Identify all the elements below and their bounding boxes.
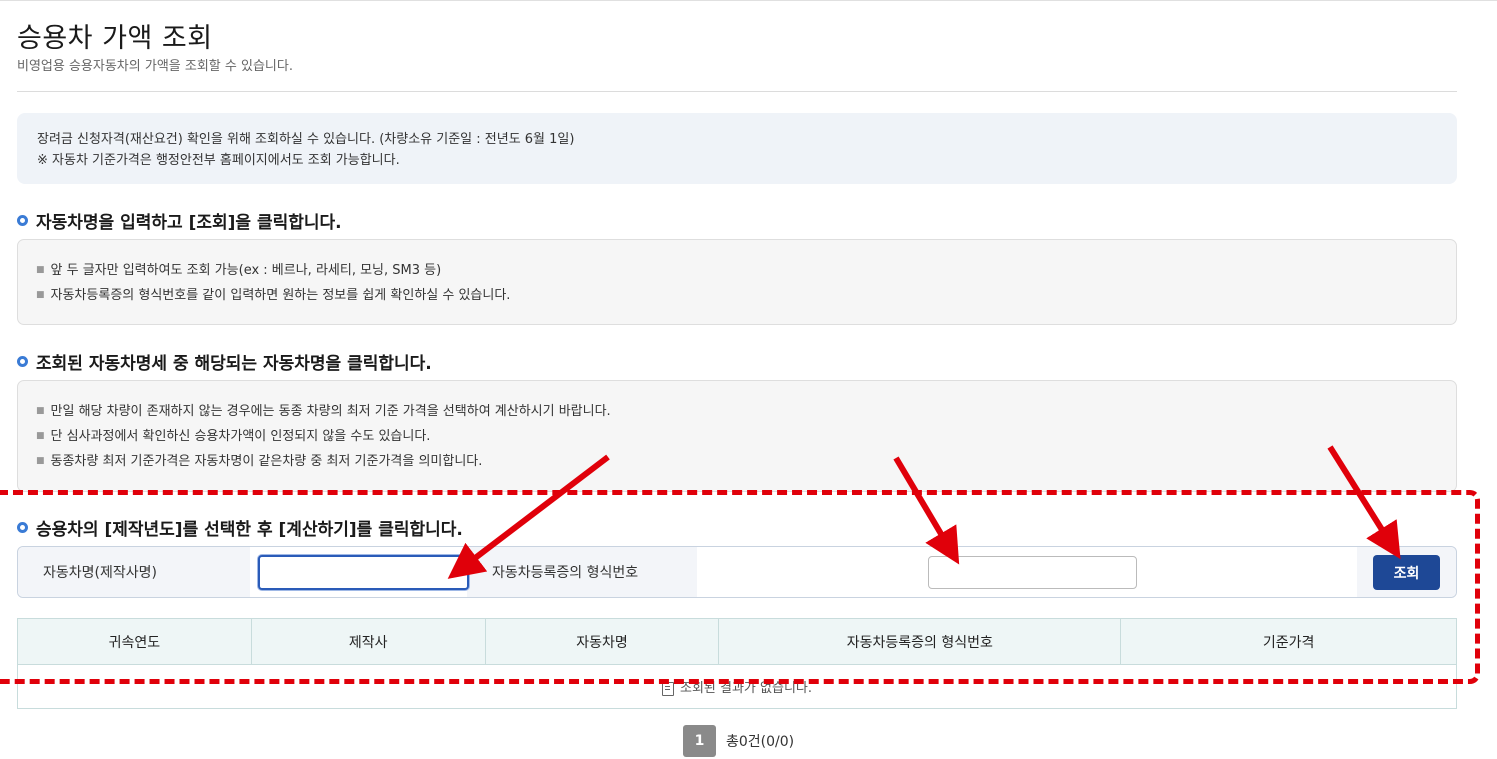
search-form: 자동차명(제작사명) 자동차등록증의 형식번호 조회 xyxy=(17,546,1457,598)
ring-bullet-icon xyxy=(17,356,28,367)
dot-icon: ■ xyxy=(36,290,45,300)
page-title: 승용차 가액 조회 xyxy=(17,23,213,54)
dot-icon: ■ xyxy=(36,431,45,441)
step-1-title-text: 자동차명을 입력하고 [조회]을 클릭합니다. xyxy=(36,213,342,233)
ring-bullet-icon xyxy=(17,522,28,533)
column-header: 기준가격 xyxy=(1120,618,1457,665)
empty-message: 조회된 결과가 없습니다. xyxy=(680,681,812,696)
model-number-label: 자동차등록증의 형식번호 xyxy=(467,547,697,597)
guide-item-text: 단 심사과정에서 확인하신 승용차가액이 인정되지 않을 수도 있습니다. xyxy=(50,429,431,444)
notice-box: 장려금 신청자격(재산요건) 확인을 위해 조회하실 수 있습니다. (차량소유… xyxy=(17,113,1457,184)
table-header-row: 귀속연도 제작사 자동차명 자동차등록증의 형식번호 기준가격 xyxy=(17,618,1457,665)
table-empty-row: 조회된 결과가 없습니다. xyxy=(17,664,1457,709)
notice-line-2: ※ 자동차 기준가격은 행정안전부 홈페이지에서도 조회 가능합니다. xyxy=(37,153,400,168)
car-name-input[interactable] xyxy=(258,555,469,590)
search-button-area: 조회 xyxy=(1357,547,1456,597)
guide-item-text: 만일 해당 차량이 존재하지 않는 경우에는 동종 차량의 최저 기준 가격을 … xyxy=(50,404,611,419)
page-subtitle: 비영업용 승용자동차의 가액을 조회할 수 있습니다. xyxy=(17,59,293,74)
step-2-title-text: 조회된 자동차명세 중 해당되는 자동차명을 클릭합니다. xyxy=(36,354,432,374)
column-header: 자동차등록증의 형식번호 xyxy=(718,618,1122,665)
header-divider xyxy=(17,91,1457,92)
step-1-title: 자동차명을 입력하고 [조회]을 클릭합니다. xyxy=(17,208,342,233)
guide-item: ■ 동종차량 최저 기준가격은 자동차명이 같은차량 중 최저 기준가격을 의미합… xyxy=(36,449,1438,474)
dot-icon: ■ xyxy=(36,265,45,275)
step-3-title: 승용차의 [제작년도]를 선택한 후 [계산하기]를 클릭합니다. xyxy=(17,515,463,540)
search-button[interactable]: 조회 xyxy=(1373,555,1440,590)
document-icon xyxy=(662,681,674,696)
step-1-guide: ■ 앞 두 글자만 입력하여도 조회 가능(ex : 베르나, 라세티, 모닝, … xyxy=(17,239,1457,325)
car-name-label: 자동차명(제작사명) xyxy=(18,547,250,597)
pagination: 1 총0건(0/0) xyxy=(683,725,794,757)
guide-item: ■ 단 심사과정에서 확인하신 승용차가액이 인정되지 않을 수도 있습니다. xyxy=(36,424,1438,449)
notice-line-1: 장려금 신청자격(재산요건) 확인을 위해 조회하실 수 있습니다. (차량소유… xyxy=(37,132,575,147)
guide-item: ■ 만일 해당 차량이 존재하지 않는 경우에는 동종 차량의 최저 기준 가격을… xyxy=(36,399,1438,424)
column-header: 자동차명 xyxy=(484,618,720,665)
top-border xyxy=(0,0,1497,1)
ring-bullet-icon xyxy=(17,215,28,226)
step-2-guide: ■ 만일 해당 차량이 존재하지 않는 경우에는 동종 차량의 최저 기준 가격을… xyxy=(17,380,1457,492)
column-header: 제작사 xyxy=(250,618,486,665)
guide-item: ■ 앞 두 글자만 입력하여도 조회 가능(ex : 베르나, 라세티, 모닝, … xyxy=(36,258,1438,283)
dot-icon: ■ xyxy=(36,406,45,416)
guide-item-text: 자동차등록증의 형식번호를 같이 입력하면 원하는 정보를 쉽게 확인하실 수 … xyxy=(50,288,511,303)
step-3-title-text: 승용차의 [제작년도]를 선택한 후 [계산하기]를 클릭합니다. xyxy=(36,520,463,540)
guide-item-text: 동종차량 최저 기준가격은 자동차명이 같은차량 중 최저 기준가격을 의미합니… xyxy=(50,454,483,469)
dot-icon: ■ xyxy=(36,456,45,466)
guide-item-text: 앞 두 글자만 입력하여도 조회 가능(ex : 베르나, 라세티, 모닝, S… xyxy=(50,263,442,278)
model-number-input[interactable] xyxy=(928,556,1137,589)
page-button-current[interactable]: 1 xyxy=(683,725,716,757)
result-count: 총0건(0/0) xyxy=(726,734,795,750)
guide-item: ■ 자동차등록증의 형식번호를 같이 입력하면 원하는 정보를 쉽게 확인하실 수… xyxy=(36,283,1438,308)
step-2-title: 조회된 자동차명세 중 해당되는 자동차명을 클릭합니다. xyxy=(17,349,432,374)
empty-cell: 조회된 결과가 없습니다. xyxy=(17,664,1457,709)
column-header: 귀속연도 xyxy=(17,618,252,665)
result-table: 귀속연도 제작사 자동차명 자동차등록증의 형식번호 기준가격 조회된 결과가 … xyxy=(17,618,1457,709)
